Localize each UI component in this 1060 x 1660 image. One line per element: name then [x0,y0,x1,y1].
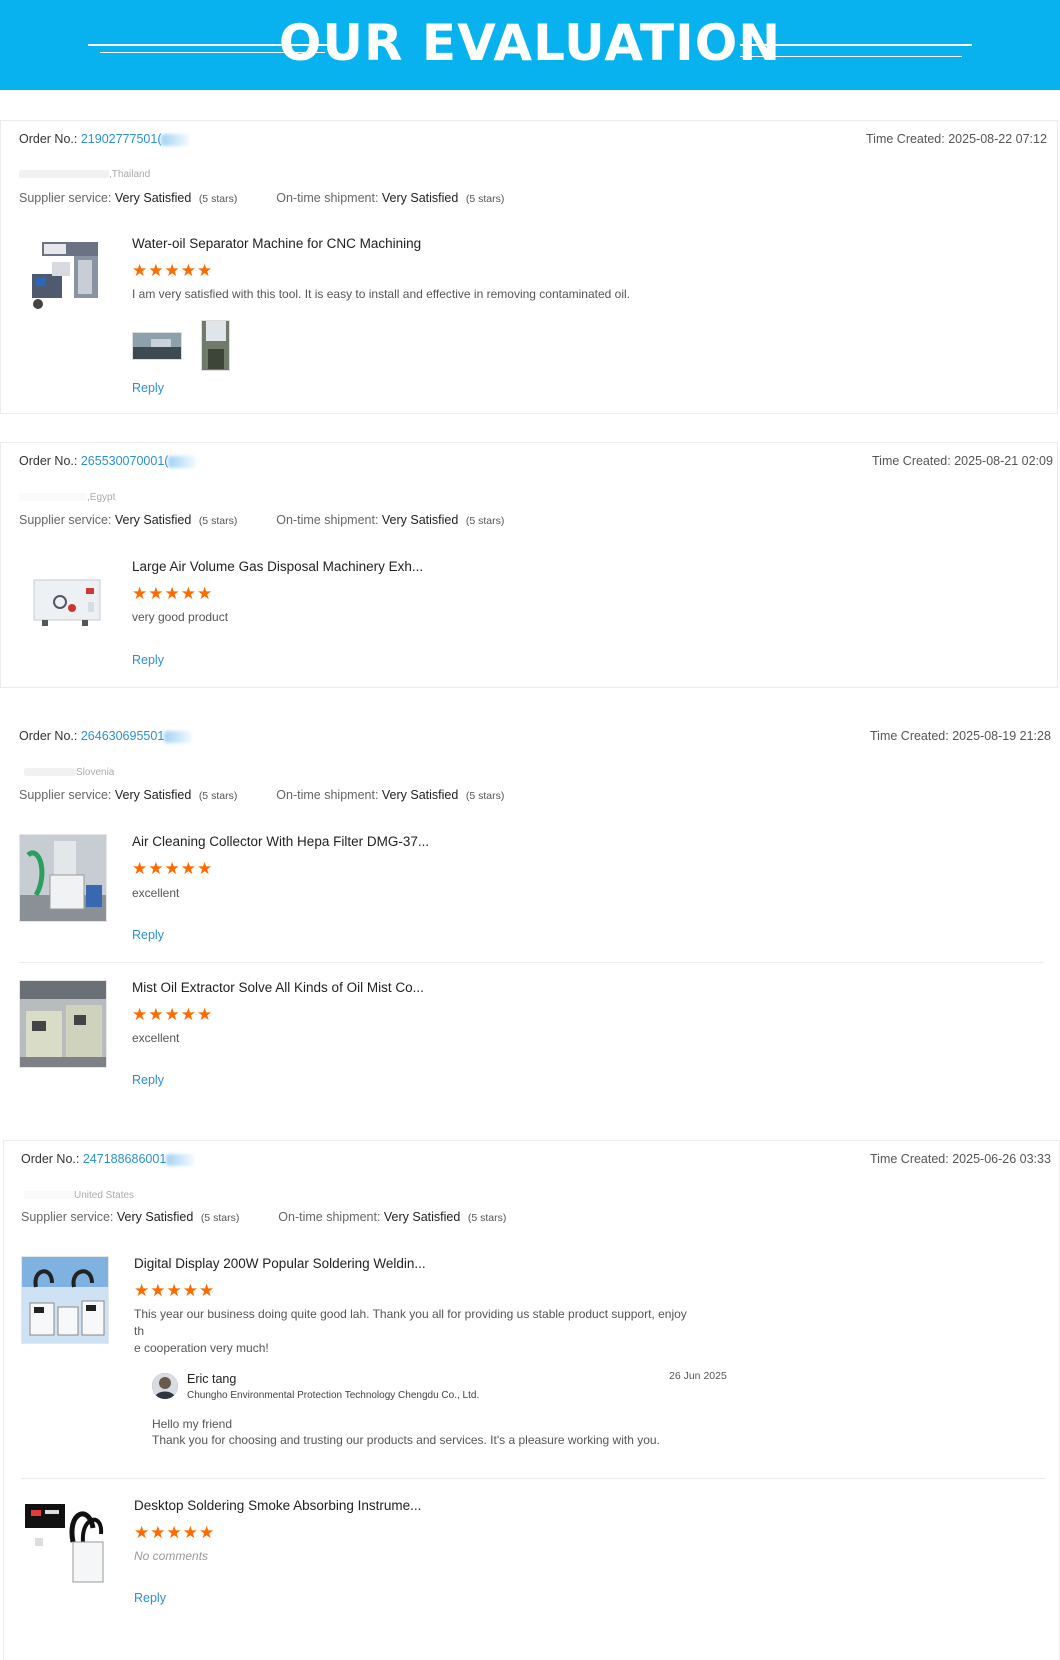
product-title[interactable]: Large Air Volume Gas Disposal Machinery … [132,559,423,574]
buyer-country: ,Thailand [109,169,151,180]
product-image[interactable] [22,234,112,324]
product-stars: ★★★★★ [134,1281,216,1300]
order-card [0,716,1058,1108]
order-number-link[interactable]: 21902777501( [81,132,162,146]
product-title[interactable]: Mist Oil Extractor Solve All Kinds of Oi… [132,980,424,995]
redacted-mask [164,730,193,743]
time-created-value: 2025-08-21 02:09 [954,454,1053,468]
product-title[interactable]: Water-oil Separator Machine for CNC Mach… [132,236,421,251]
service-ratings: Supplier service: Very Satisfied (5 star… [21,1210,507,1224]
supplier-stars: (5 stars) [198,193,238,205]
shipment-stars: (5 stars) [467,1212,507,1224]
review-comment: very good product [132,610,229,624]
buyer-location: ,Egypt [19,492,115,503]
shipment-stars: (5 stars) [465,515,505,527]
review-comment: excellent [132,886,180,900]
product-image[interactable] [19,980,107,1068]
time-created: Time Created: 2025-06-26 03:33 [870,1152,1051,1166]
order-number: Order No.: 21902777501( [19,132,190,146]
redacted-mask [161,133,190,146]
product-image[interactable] [19,834,107,922]
review-photo[interactable] [201,320,230,371]
shipment-rating: Very Satisfied [381,788,459,802]
service-ratings: Supplier service: Very Satisfied (5 star… [19,191,505,205]
supplier-rating: Very Satisfied [114,513,192,527]
product-stars: ★★★★★ [132,584,214,603]
product-stars: ★★★★★ [134,1523,216,1542]
supplier-rating: Very Satisfied [114,788,192,802]
seller-reply-date: 26 Jun 2025 [669,1370,727,1382]
seller-name: Eric tang [187,1372,237,1386]
product-divider [21,1478,1045,1479]
time-created: Time Created: 2025-08-22 07:12 [866,132,1047,146]
product-image[interactable] [21,1498,109,1586]
product-stars: ★★★★★ [132,261,214,280]
supplier-rating: Very Satisfied [114,191,192,205]
redacted-buyer-name [19,170,109,179]
reply-link[interactable]: Reply [132,653,164,667]
service-ratings: Supplier service: Very Satisfied (5 star… [19,513,505,527]
product-title[interactable]: Digital Display 200W Popular Soldering W… [134,1256,426,1271]
buyer-location: United States [24,1190,134,1201]
supplier-stars: (5 stars) [198,515,238,527]
shipment-stars: (5 stars) [465,193,505,205]
time-created-value: 2025-08-19 21:28 [952,729,1051,743]
review-comment: excellent [132,1031,180,1045]
supplier-rating: Very Satisfied [116,1210,194,1224]
time-created: Time Created: 2025-08-19 21:28 [870,729,1051,743]
seller-avatar [152,1373,178,1399]
reply-link[interactable]: Reply [134,1591,166,1605]
banner-title: OUR EVALUATION [278,14,782,72]
order-number-link[interactable]: 265530070001( [81,454,169,468]
buyer-country: Slovenia [76,767,115,778]
time-created: Time Created: 2025-08-21 02:09 [872,454,1053,468]
product-image[interactable] [22,560,112,650]
supplier-stars: (5 stars) [198,790,238,802]
shipment-rating: Very Satisfied [383,1210,461,1224]
product-title[interactable]: Desktop Soldering Smoke Absorbing Instru… [134,1498,421,1513]
buyer-country: ,Egypt [87,492,116,503]
seller-reply-line: Thank you for choosing and trusting our … [152,1433,660,1447]
shipment-rating: Very Satisfied [381,191,459,205]
order-number-link[interactable]: 264630695501 [81,729,164,743]
supplier-stars: (5 stars) [200,1212,240,1224]
review-comment: No comments [134,1549,209,1563]
order-number: Order No.: 265530070001( [19,454,197,468]
seller-reply-line: Hello my friend [152,1417,233,1431]
reply-link[interactable]: Reply [132,381,164,395]
buyer-country: United States [74,1190,135,1201]
product-title[interactable]: Air Cleaning Collector With Hepa Filter … [132,834,429,849]
review-photo[interactable] [132,332,182,360]
buyer-location: ,Thailand [19,169,150,180]
redacted-buyer-name [24,768,76,777]
product-stars: ★★★★★ [132,859,214,878]
order-number-link[interactable]: 247188686001 [83,1152,166,1166]
order-number: Order No.: 247188686001 [21,1152,195,1166]
evaluation-banner: OUR EVALUATION [0,0,1060,90]
product-divider [19,962,1043,963]
shipment-rating: Very Satisfied [381,513,459,527]
redacted-buyer-name [24,1191,74,1200]
review-comment: I am very satisfied with this tool. It i… [132,287,631,301]
buyer-location: Slovenia [24,767,114,778]
review-comment: This year our business doing quite good … [134,1306,694,1357]
shipment-stars: (5 stars) [465,790,505,802]
time-created-value: 2025-08-22 07:12 [948,132,1047,146]
time-created-value: 2025-06-26 03:33 [952,1152,1051,1166]
seller-reply-message: Hello my friend Thank you for choosing a… [152,1416,712,1448]
redacted-buyer-name [19,493,87,502]
seller-company: Chungho Environmental Protection Technol… [187,1390,480,1401]
review-comment-line: e cooperation very much! [134,1341,269,1355]
review-comment-line: This year our business doing quite good … [134,1307,687,1338]
order-number: Order No.: 264630695501 [19,729,193,743]
product-stars: ★★★★★ [132,1005,214,1024]
redacted-mask [166,1153,195,1166]
service-ratings: Supplier service: Very Satisfied (5 star… [19,788,505,802]
reply-link[interactable]: Reply [132,928,164,942]
product-image[interactable] [21,1256,109,1344]
reply-link[interactable]: Reply [132,1073,164,1087]
redacted-mask [168,455,197,468]
